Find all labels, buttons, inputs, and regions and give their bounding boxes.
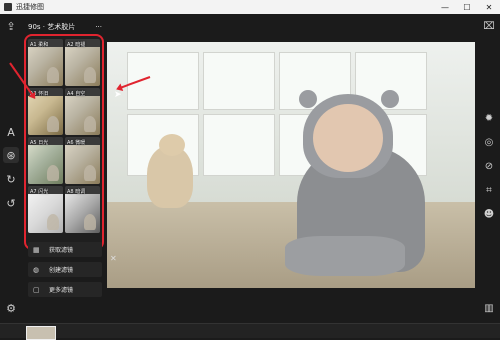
filter-label: A7 闪光 — [30, 189, 49, 195]
more-filters-button[interactable]: ▢ 更多滤镜 — [28, 282, 102, 297]
filter-grid: A1 柔和 A2 暗褪 A3 怀旧 A4 自空 A5 日光 A6 微暖 A7 闪… — [24, 34, 104, 250]
filter-category-title[interactable]: 90s · 艺术胶片 — [28, 22, 75, 32]
grid-icon: ▦ — [33, 245, 40, 254]
palette-icon: ◍ — [33, 265, 40, 274]
close-button[interactable]: ✕ — [478, 0, 500, 14]
settings-icon[interactable]: ⚙ — [3, 300, 19, 316]
get-filters-button[interactable]: ▦ 获取滤镜 — [28, 242, 102, 257]
filter-a7[interactable]: A7 闪光 — [28, 186, 63, 233]
filter-icon[interactable]: ⊛ — [3, 147, 19, 163]
maximize-button[interactable]: ☐ — [456, 0, 478, 14]
gear-icon[interactable]: ✹ — [481, 110, 497, 126]
filter-a2[interactable]: A2 暗褪 — [65, 39, 100, 86]
filter-label: A1 柔和 — [30, 42, 49, 48]
crop-icon[interactable]: ⌗ — [481, 182, 497, 198]
filter-label: A6 微暖 — [67, 140, 86, 146]
minimize-button[interactable]: — — [434, 0, 456, 14]
filter-label: A4 自空 — [67, 91, 86, 97]
face-icon[interactable]: ☻ — [481, 206, 497, 222]
export-icon[interactable]: ⇪ — [3, 18, 19, 34]
left-toolbar: ⇪ A ⊛ ↻ ↺ ⚙ — [0, 14, 22, 324]
filter-a4[interactable]: A4 自空 — [65, 88, 100, 135]
camera-icon[interactable]: ⌧ — [481, 18, 497, 34]
baby-figure — [285, 86, 431, 284]
adjust-icon[interactable]: ↻ — [3, 171, 19, 187]
close-panel-icon[interactable]: ✕ — [110, 254, 117, 263]
filter-panel-header: 90s · 艺术胶片 ··· — [22, 20, 108, 34]
more-icon[interactable]: ··· — [95, 23, 102, 31]
bag-icon: ▢ — [33, 285, 40, 294]
teddy-bear-head — [159, 134, 185, 156]
lens-icon[interactable]: ◎ — [481, 134, 497, 150]
compare-icon[interactable]: ▥ — [481, 300, 497, 316]
more-filters-label: 更多滤镜 — [49, 287, 74, 294]
create-filter-button[interactable]: ◍ 创建滤镜 — [28, 262, 102, 277]
filter-a1[interactable]: A1 柔和 — [28, 39, 63, 86]
image-thumbnail[interactable] — [26, 326, 56, 340]
filter-a5[interactable]: A5 日光 — [28, 137, 63, 184]
eraser-icon[interactable]: ⊘ — [481, 158, 497, 174]
photo-canvas[interactable] — [107, 42, 475, 288]
right-toolbar: ⌧ ✹ ◎ ⊘ ⌗ ☻ ▥ — [478, 14, 500, 324]
filter-a6[interactable]: A6 微暖 — [65, 137, 100, 184]
undo-icon[interactable]: ↺ — [3, 195, 19, 211]
get-filters-label: 获取滤镜 — [49, 247, 74, 254]
filter-label: A5 日光 — [30, 140, 49, 146]
filter-a8[interactable]: A8 暗调 — [65, 186, 100, 233]
create-filter-label: 创建滤镜 — [49, 267, 74, 274]
title-bar: 迅捷修图 — ☐ ✕ — [0, 0, 500, 14]
window-title: 迅捷修图 — [16, 3, 44, 11]
filter-label: A2 暗褪 — [67, 42, 86, 48]
app-icon — [4, 3, 12, 11]
bottom-filmstrip — [0, 323, 500, 340]
filter-label: A8 暗调 — [67, 189, 86, 195]
text-icon[interactable]: A — [3, 124, 19, 140]
